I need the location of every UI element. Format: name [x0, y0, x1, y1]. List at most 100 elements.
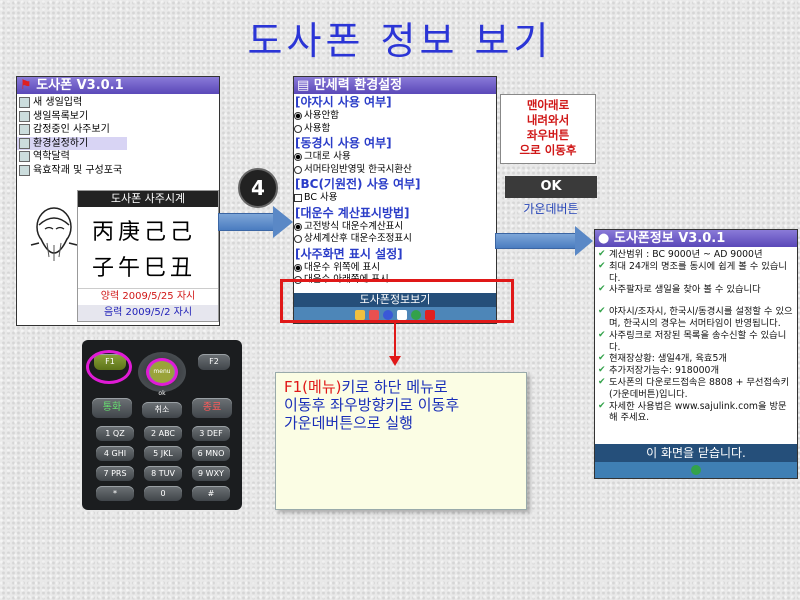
settings-section-header: [사주화면 표시 설정] — [295, 246, 403, 261]
call-key[interactable]: 통화 — [92, 398, 132, 418]
screen2-titlebar: ▤ 만세력 환경설정 — [294, 77, 496, 94]
option-label: 그대로 사용 — [304, 151, 351, 162]
option-label: 고전방식 대운수계산표시 — [304, 220, 404, 232]
number-key[interactable]: # — [192, 486, 230, 501]
info-item: 계산범위 : BC 9000년 ~ AD 9000년 — [597, 249, 793, 261]
lunar-date: 음력 2009/5/2 자시 — [78, 305, 218, 321]
settings-option[interactable]: BC 사용 — [294, 192, 496, 205]
gear-icon — [19, 137, 30, 149]
flow-arrow — [218, 206, 293, 238]
option-label: 대운수 위쪽에 표시 — [304, 261, 380, 273]
saju-char: 巳 — [143, 256, 166, 281]
number-key[interactable]: 2 ABC — [144, 426, 182, 441]
info-icon: ● — [598, 231, 610, 246]
settings-option[interactable]: 대운수 위쪽에 표시 — [294, 262, 496, 275]
number-key[interactable]: 7 PRS — [96, 466, 134, 481]
settings-option[interactable]: 사용안함 — [294, 110, 496, 123]
option-label: 상세계산후 대운수조정표시 — [304, 233, 412, 244]
settings-option[interactable]: 상세계산후 대운수조정표시 — [294, 233, 496, 246]
saju-char: 子 — [91, 256, 114, 281]
settings-option[interactable]: 서머타임반영및 한국시환산 — [294, 164, 496, 177]
callout-key: F1(메뉴) — [284, 378, 342, 396]
number-key[interactable]: 1 QZ — [96, 426, 134, 441]
menu-item-settings[interactable]: 환경설정하기 — [17, 136, 127, 150]
saju-char: 己 — [169, 220, 192, 245]
menu-item-new-birth[interactable]: 새 생일입력 — [17, 96, 219, 110]
instruction-callout: F1(메뉴)키로 하단 메뉴로 이동후 좌우방향키로 이동후 가운데버튼으로 실… — [275, 372, 527, 510]
number-key[interactable]: 0 — [144, 486, 182, 501]
settings-section-header: [BC(기원전) 사용 여부] — [295, 177, 421, 191]
number-key[interactable]: * — [96, 486, 134, 501]
ok-highlight-circle — [146, 358, 178, 386]
radio-button[interactable] — [294, 153, 302, 162]
info-list: 계산범위 : BC 9000년 ~ AD 9000년최대 24개의 명조를 동시… — [595, 247, 797, 424]
settings-section-header: [야자시 사용 여부] — [295, 95, 392, 109]
number-key[interactable]: 9 WXY — [192, 466, 230, 481]
close-screen-button[interactable]: 이 화면을 닫습니다. — [595, 444, 797, 462]
saju-char: 庚 — [117, 220, 140, 245]
confirm-icon-bar — [595, 462, 797, 478]
info-item: 야자시/조자시, 한국시/동경시를 설정할 수 있으며, 한국시의 경우는 서머… — [597, 306, 793, 330]
saju-char: 午 — [117, 256, 140, 281]
checkbox[interactable] — [294, 194, 302, 203]
menu-item-divination[interactable]: 육효작괘 및 구성포국 — [17, 164, 219, 178]
menu-item-calendar[interactable]: 역학달력 — [17, 150, 219, 164]
info-item: 사주팔자로 생일을 찾아 볼 수 있습니다 — [597, 284, 793, 296]
settings-section-header: [대운수 계산표시방법] — [295, 205, 410, 220]
cancel-key[interactable]: 취소 — [142, 402, 182, 418]
number-key[interactable]: 6 MNO — [192, 446, 230, 461]
radio-button[interactable] — [294, 222, 302, 231]
info-item: 자세한 사용법은 www.sajulink.com을 방문해 주세요. — [597, 401, 793, 425]
sage-avatar — [30, 207, 78, 261]
main-menu-screen: ⚑ 도사폰 V3.0.1 새 생일입력 생일목록보기 감정중인 사주보기 환경설… — [16, 76, 220, 326]
end-key[interactable]: 종료 — [192, 398, 232, 418]
option-label: 서머타임반영및 한국시환산 — [304, 163, 412, 175]
document-icon: ▤ — [297, 78, 310, 93]
saju-clock-panel: 도사폰 사주시계 丙 庚 己 己 子 午 巳 丑 양력 2009/5/25 자시… — [77, 190, 219, 322]
info-item: 추가저장가능수: 918000개 — [597, 365, 793, 377]
saju-char: 丙 — [91, 220, 114, 245]
saju-char: 丑 — [169, 256, 192, 281]
ok-caption: 가운데버튼 — [523, 202, 579, 216]
saju-clock-title: 도사폰 사주시계 — [78, 191, 218, 207]
settings-option[interactable]: 그대로 사용 — [294, 151, 496, 164]
number-key[interactable]: 8 TUV — [144, 466, 182, 481]
flow-arrow — [495, 226, 595, 256]
saju-top-row: 丙 庚 己 己 — [90, 214, 218, 246]
page-title: 도사폰 정보 보기 — [247, 19, 553, 63]
main-menu-list: 새 생일입력 생일목록보기 감정중인 사주보기 환경설정하기 역학달력 육효작괘… — [17, 94, 219, 177]
ok-button: OK — [505, 176, 597, 198]
menu-item-birth-list[interactable]: 생일목록보기 — [17, 110, 219, 124]
info-item: 사주링크로 저장된 목록을 송수신할 수 있습니다. — [597, 330, 793, 354]
radio-button[interactable] — [294, 112, 302, 121]
almanac-icon — [19, 151, 30, 163]
settings-option[interactable]: 고전방식 대운수계산표시 — [294, 221, 496, 234]
radio-button[interactable] — [294, 165, 302, 174]
saju-char: 己 — [143, 220, 166, 245]
settings-list: [야자시 사용 여부] 사용안함 사용함 [동경시 사용 여부] 그대로 사용 서머타임반… — [294, 94, 496, 287]
step-number-badge: 4 — [238, 168, 278, 208]
f2-key[interactable]: F2 — [198, 354, 230, 370]
solar-date: 양력 2009/5/25 자시 — [78, 288, 218, 305]
highlight-box — [280, 279, 514, 323]
info-item: 도사폰의 다운로드접속은 8808 + 무선접속키(가운데버튼)입니다. — [597, 377, 793, 401]
grid-icon — [19, 164, 30, 176]
number-key[interactable]: 4 GHI — [96, 446, 134, 461]
number-key[interactable]: 3 DEF — [192, 426, 230, 441]
down-arrow — [394, 322, 396, 358]
f1-highlight-circle — [86, 350, 132, 384]
info-screen: ● 도사폰정보 V3.0.1 계산범위 : BC 9000년 ~ AD 9000… — [594, 229, 798, 479]
settings-option[interactable]: 사용함 — [294, 123, 496, 136]
info-item: 최대 24개의 명조를 동시에 쉽게 볼 수 있습니다. — [597, 261, 793, 285]
radio-button[interactable] — [294, 235, 302, 244]
saju-bottom-row: 子 午 巳 丑 — [90, 250, 218, 282]
option-label: 사용함 — [304, 122, 331, 134]
menu-item-saju-view[interactable]: 감정중인 사주보기 — [17, 123, 219, 137]
radio-button[interactable] — [294, 263, 302, 272]
radio-button[interactable] — [294, 124, 302, 133]
check-icon[interactable] — [691, 465, 701, 475]
calendar-icon — [19, 97, 30, 109]
flag-icon: ⚑ — [20, 78, 32, 93]
number-key[interactable]: 5 JKL — [144, 446, 182, 461]
